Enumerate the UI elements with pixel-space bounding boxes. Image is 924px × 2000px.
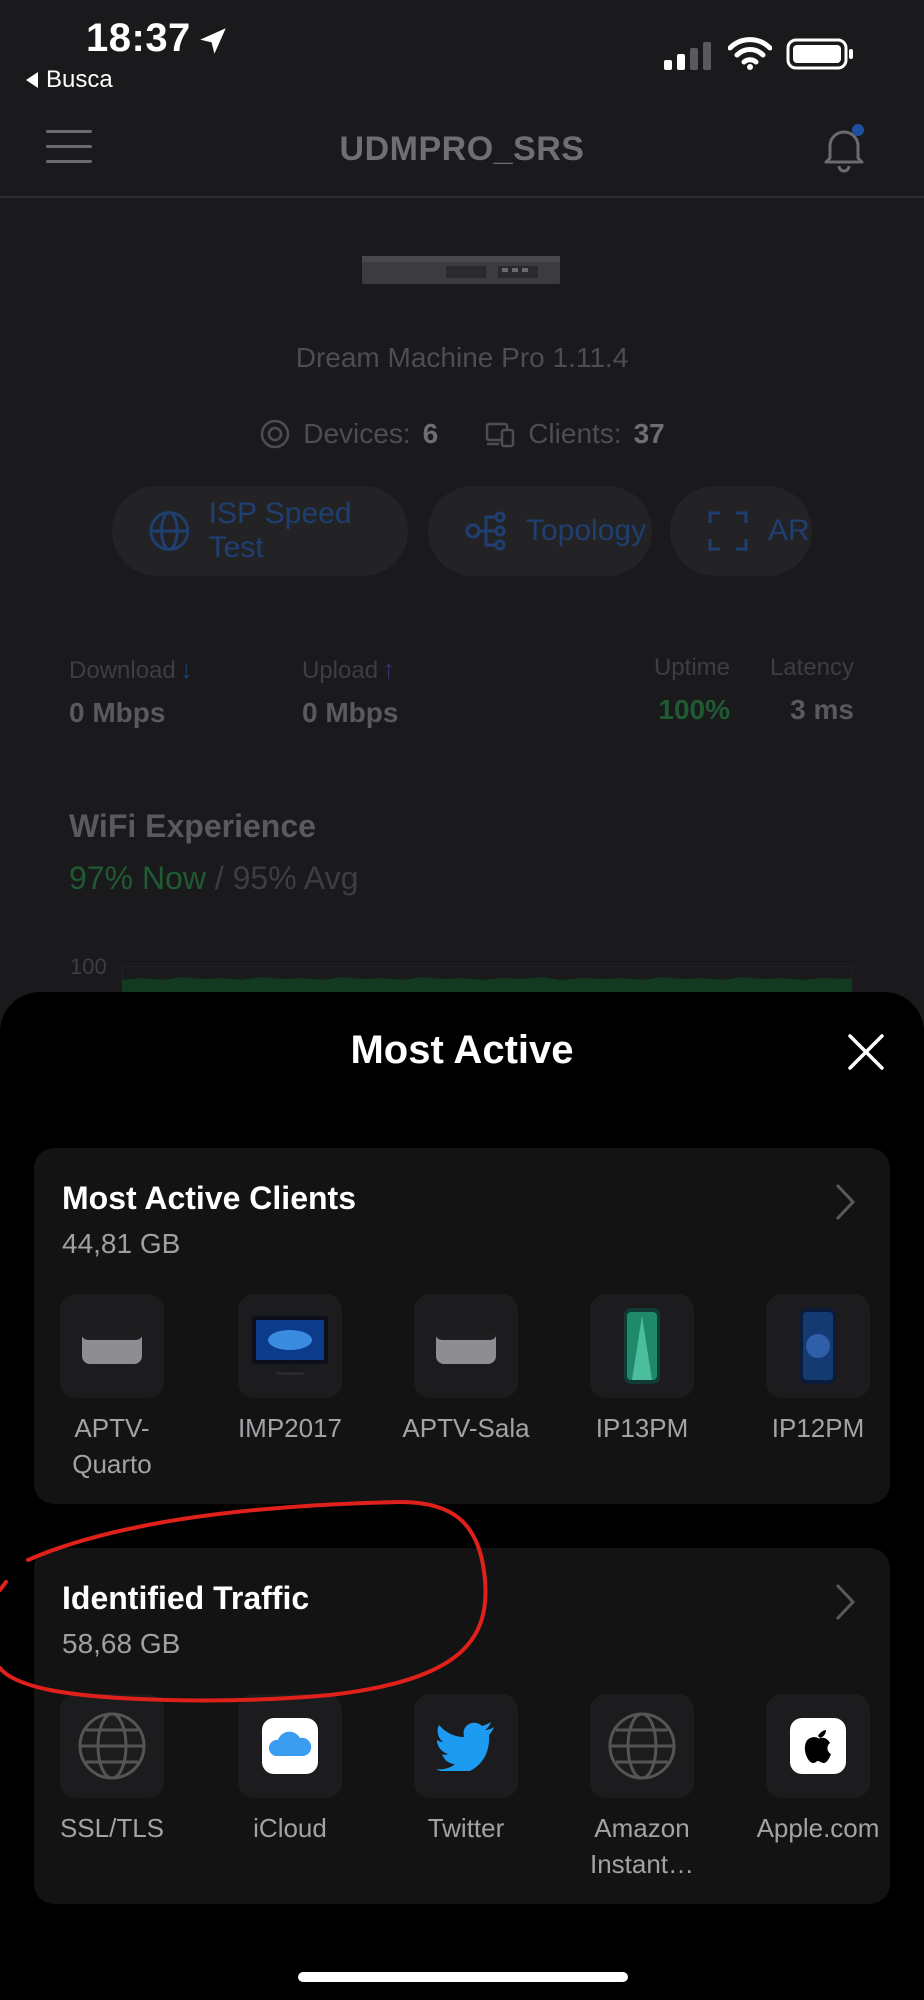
client-label: IMP2017 bbox=[237, 1413, 343, 1443]
traffic-tile[interactable]: Amazon Instant… bbox=[590, 1694, 694, 1882]
chevron-right-icon[interactable] bbox=[834, 1182, 856, 1222]
topology-label: Topology bbox=[526, 514, 647, 547]
traffic-card-total: 58,68 GB bbox=[62, 1628, 181, 1659]
globe-speedtest-icon bbox=[149, 511, 190, 551]
nav-bar: UDMPRO_SRS bbox=[0, 100, 924, 198]
client-tile[interactable]: IP13PM bbox=[590, 1294, 694, 1446]
uptime-metric: Uptime 100% bbox=[648, 654, 730, 726]
device-model-version: Dream Machine Pro 1.11.4 bbox=[295, 342, 629, 373]
latency-value: 3 ms bbox=[790, 694, 854, 725]
traffic-tile[interactable]: Twitter bbox=[414, 1694, 518, 1846]
traffic-tile[interactable]: Apple.com bbox=[757, 1694, 879, 1846]
wifi-chart-max-label: 100 bbox=[70, 954, 107, 979]
topology-button[interactable]: Topology bbox=[428, 486, 652, 576]
site-title: UDMPRO_SRS bbox=[339, 130, 585, 168]
wifi-separator: / bbox=[205, 860, 233, 896]
apple-tv-icon bbox=[414, 1294, 518, 1398]
clients-card-title: Most Active Clients bbox=[62, 1180, 356, 1216]
icloud-icon bbox=[238, 1694, 342, 1798]
battery-icon bbox=[786, 38, 853, 70]
client-label: IP13PM bbox=[595, 1413, 689, 1443]
clients-stat[interactable]: Clients: 37 bbox=[484, 418, 665, 450]
clients-label: Clients: bbox=[528, 418, 622, 449]
traffic-tile[interactable]: iCloud bbox=[238, 1694, 342, 1846]
download-metric: Download ↓ 0 Mbps bbox=[69, 654, 193, 729]
client-tile[interactable]: APTV-Quarto bbox=[60, 1294, 164, 1482]
wifi-experience-values: 97% Now / 95% Avg bbox=[69, 860, 358, 897]
twitter-icon bbox=[414, 1694, 518, 1798]
traffic-label: Twitter bbox=[427, 1813, 505, 1843]
clients-icon bbox=[485, 422, 515, 448]
identified-traffic-card[interactable]: Identified Traffic 58,68 GB SSL/TLS iClo… bbox=[34, 1548, 890, 1904]
client-tile[interactable]: APTV-Sala bbox=[402, 1294, 530, 1446]
location-arrow-icon bbox=[200, 28, 226, 54]
traffic-tiles: SSL/TLS iCloud Twitter Amazon Instant… A… bbox=[60, 1694, 879, 1904]
traffic-card-title: Identified Traffic bbox=[62, 1580, 310, 1616]
wifi-avg-value: 95% Avg bbox=[232, 860, 359, 896]
apple-icon bbox=[766, 1694, 870, 1798]
back-to-search-button[interactable]: Busca bbox=[26, 66, 113, 94]
download-arrow-icon: ↓ bbox=[179, 654, 193, 684]
close-icon[interactable] bbox=[846, 1032, 886, 1072]
download-value: 0 Mbps bbox=[69, 697, 166, 728]
devices-icon bbox=[261, 419, 290, 449]
traffic-tile[interactable]: SSL/TLS bbox=[60, 1694, 164, 1846]
upload-value: 0 Mbps bbox=[302, 697, 399, 728]
notifications-bell-icon[interactable] bbox=[820, 122, 868, 174]
devices-stat[interactable]: Devices: 6 bbox=[259, 418, 438, 450]
upload-metric: Upload ↑ 0 Mbps bbox=[302, 654, 398, 729]
globe-icon bbox=[590, 1694, 694, 1798]
wan-metrics: Download ↓ 0 Mbps Upload ↑ 0 Mbps Uptime 1… bbox=[0, 654, 924, 734]
upload-arrow-icon: ↑ bbox=[382, 654, 396, 684]
clients-card-total: 44,81 GB bbox=[62, 1228, 181, 1259]
most-active-sheet: Most Active Most Active Clients 44,81 GB… bbox=[0, 992, 924, 2000]
client-label: APTV-Sala bbox=[402, 1413, 530, 1443]
client-tile[interactable]: IP12PM bbox=[766, 1294, 870, 1446]
isp-speed-test-button[interactable]: ISP Speed Test bbox=[112, 486, 408, 576]
chevron-right-icon[interactable] bbox=[834, 1582, 856, 1622]
upload-label: Upload bbox=[302, 657, 379, 684]
ar-scan-icon bbox=[708, 511, 748, 551]
devices-label: Devices: bbox=[303, 418, 411, 449]
download-label: Download bbox=[69, 657, 176, 684]
clients-count: 37 bbox=[633, 418, 665, 449]
status-bar: 18:37 Busca bbox=[0, 0, 924, 100]
cellular-signal-icon bbox=[664, 42, 711, 70]
apple-tv-icon bbox=[60, 1294, 164, 1398]
uptime-value: 100% bbox=[658, 694, 730, 725]
back-triangle-icon bbox=[26, 72, 38, 88]
devices-count: 6 bbox=[422, 418, 439, 449]
imac-pro-icon bbox=[238, 1294, 342, 1398]
sheet-title: Most Active bbox=[350, 1028, 574, 1072]
latency-metric: Latency 3 ms bbox=[764, 654, 854, 726]
iphone-13-pro-max-icon bbox=[590, 1294, 694, 1398]
wifi-status-icon bbox=[728, 37, 772, 70]
client-tile[interactable]: IMP2017 bbox=[238, 1294, 342, 1446]
ar-label: AR bbox=[768, 514, 810, 547]
globe-icon bbox=[60, 1694, 164, 1798]
dream-machine-pro-device-image bbox=[362, 256, 560, 284]
device-stats: Devices: 6 Clients: 37 bbox=[0, 418, 924, 450]
most-active-clients-card[interactable]: Most Active Clients 44,81 GB APTV-Quarto… bbox=[34, 1148, 890, 1504]
traffic-label: Apple.com bbox=[756, 1813, 880, 1843]
client-label: IP12PM bbox=[771, 1413, 865, 1443]
client-label: APTV-Quarto bbox=[72, 1413, 152, 1479]
back-label: Busca bbox=[46, 66, 113, 93]
latency-label: Latency bbox=[769, 654, 854, 681]
ar-button[interactable]: AR bbox=[670, 486, 812, 576]
iphone-12-pro-max-icon bbox=[766, 1294, 870, 1398]
topology-icon bbox=[465, 511, 506, 551]
uptime-label: Uptime bbox=[653, 654, 730, 681]
wifi-experience-title: WiFi Experience bbox=[69, 808, 316, 844]
isp-speed-test-label: ISP Speed Test bbox=[208, 497, 352, 564]
clients-tiles: APTV-Quarto IMP2017 APTV-Sala IP13PM IP1… bbox=[60, 1294, 876, 1504]
traffic-label: iCloud bbox=[253, 1813, 327, 1843]
traffic-label: Amazon Instant… bbox=[589, 1813, 695, 1879]
home-indicator[interactable] bbox=[298, 1972, 628, 1982]
wifi-now-value: 97% Now bbox=[69, 860, 206, 896]
traffic-label: SSL/TLS bbox=[59, 1813, 165, 1843]
status-time: 18:37 bbox=[86, 16, 191, 60]
